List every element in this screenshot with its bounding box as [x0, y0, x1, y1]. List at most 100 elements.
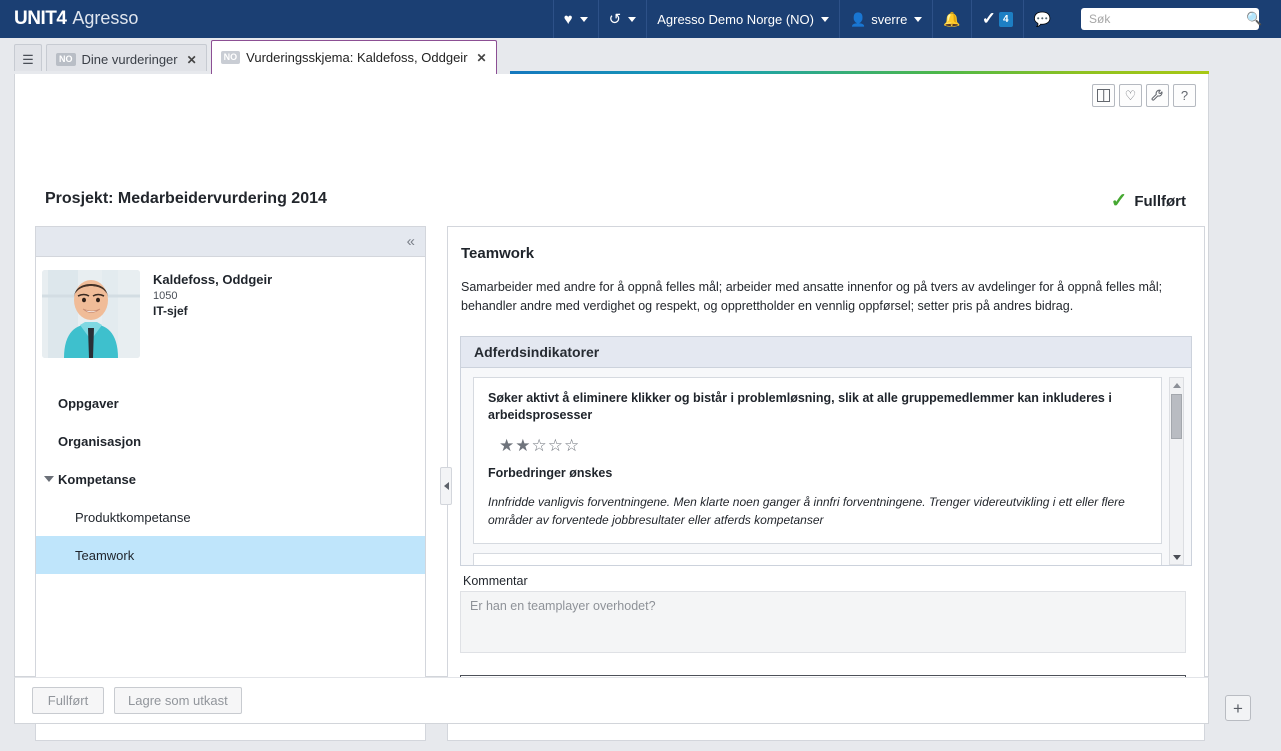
chevron-left-icon: [444, 482, 449, 490]
complete-button[interactable]: Fullført: [32, 687, 104, 714]
tab-flag-badge: NO: [56, 53, 76, 66]
check-icon: ✓: [982, 9, 996, 29]
left-panel-header: «: [36, 227, 425, 257]
indicators-scrollbar[interactable]: [1169, 377, 1184, 565]
nav-item-label: Produktkompetanse: [75, 510, 191, 525]
comment-label: Kommentar: [463, 574, 1192, 588]
user-menu[interactable]: 👤 sverre: [839, 0, 932, 38]
person-role: IT-sjef: [153, 304, 272, 318]
brand-unit4-text: UNIT4: [14, 8, 66, 30]
add-button[interactable]: +: [1225, 695, 1251, 721]
chat-icon: 💬: [1034, 12, 1051, 26]
favorite-heart-icon: ♡: [1125, 89, 1137, 102]
messages-button[interactable]: 💬: [1023, 0, 1061, 38]
chevron-down-icon: [628, 17, 636, 22]
nav-item-label: Teamwork: [75, 548, 134, 563]
page-toolbar: ♡ ?: [1092, 84, 1196, 107]
main-panel: Teamwork Samarbeider med andre for å opp…: [447, 226, 1205, 741]
user-label: sverre: [871, 12, 907, 27]
indicators-scroll-area[interactable]: Søker aktivt å eliminere klikker og bist…: [461, 368, 1191, 565]
nav-item-label: Organisasjon: [58, 434, 141, 449]
chevron-up-icon: [1173, 383, 1181, 388]
company-label: Agresso Demo Norge (NO): [657, 12, 814, 27]
nav-item-produktkompetanse[interactable]: Produktkompetanse: [36, 498, 425, 536]
competency-description: Samarbeider med andre for å oppnå felles…: [461, 278, 1191, 316]
heart-icon: ♥: [564, 12, 573, 27]
indicator-rating-label: Forbedringer ønskes: [488, 466, 1147, 480]
nav-item-oppgaver[interactable]: Oppgaver: [36, 384, 425, 422]
scroll-up-button[interactable]: [1170, 378, 1183, 392]
company-selector[interactable]: Agresso Demo Norge (NO): [646, 0, 839, 38]
indicator-question: Søker aktivt å eliminere klikker og bist…: [488, 390, 1147, 424]
chevron-down-icon: [914, 17, 922, 22]
tab-bar: ☰ NO Dine vurderinger ✕ NO Vurderingsskj…: [0, 38, 1281, 74]
indicator-card: Søker aktivt å eliminere klikker og bist…: [473, 377, 1162, 544]
person-id: 1050: [153, 290, 272, 302]
save-draft-button[interactable]: Lagre som utkast: [114, 687, 242, 714]
tasks-count-badge: 4: [999, 12, 1013, 27]
panel-splitter-handle[interactable]: [440, 467, 452, 505]
navigation-tree: Oppgaver Organisasjon Kompetanse Produkt…: [36, 384, 425, 574]
help-button[interactable]: ?: [1173, 84, 1196, 107]
brand-logo: UNIT4 Agresso: [0, 8, 138, 30]
close-icon[interactable]: ✕: [187, 53, 197, 67]
comment-input[interactable]: [460, 591, 1186, 653]
page-container: ♡ ? Prosjekt: Medarbeidervurdering 2014 …: [14, 74, 1209, 677]
collapse-panel-icon[interactable]: «: [407, 234, 415, 249]
user-icon: 👤: [850, 13, 866, 26]
tasks-indicator: ✓ 4: [982, 9, 1013, 29]
favorite-button[interactable]: ♡: [1119, 84, 1142, 107]
person-info: Kaldefoss, Oddgeir 1050 IT-sjef: [153, 270, 272, 358]
nav-item-label: Kompetanse: [58, 472, 136, 487]
page-title: Prosjekt: Medarbeidervurdering 2014: [45, 190, 327, 208]
indicators-header: Adferdsindikatorer: [461, 337, 1191, 368]
split-view-icon: [1097, 89, 1110, 102]
person-name: Kaldefoss, Oddgeir: [153, 272, 272, 287]
check-icon: ✓: [1111, 191, 1128, 211]
help-icon: ?: [1181, 89, 1188, 102]
nav-item-teamwork[interactable]: Teamwork: [36, 536, 425, 574]
tab-dine-vurderinger[interactable]: NO Dine vurderinger ✕: [46, 44, 207, 74]
search-container: 🔍: [1061, 0, 1281, 38]
indicators-section: Adferdsindikatorer Søker aktivt å elimin…: [460, 336, 1192, 566]
competency-title: Teamwork: [461, 245, 1192, 262]
avatar: [42, 270, 140, 358]
expander-triangle-icon[interactable]: [44, 476, 54, 482]
favorites-menu[interactable]: ♥: [553, 0, 598, 38]
nav-item-organisasjon[interactable]: Organisasjon: [36, 422, 425, 460]
chevron-down-icon: [580, 17, 588, 22]
grid-menu-icon: ☰: [22, 53, 34, 66]
bell-icon: 🔔: [943, 12, 960, 26]
tab-flag-badge: NO: [221, 51, 241, 64]
indicator-card: Bygger lojalitet blant andre gruppemedle…: [473, 553, 1162, 565]
tab-vurderingsskjema[interactable]: NO Vurderingsskjema: Kaldefoss, Oddgeir …: [211, 40, 497, 74]
wrench-icon: [1151, 89, 1164, 102]
tasks-button[interactable]: ✓ 4: [971, 0, 1023, 38]
person-card: Kaldefoss, Oddgeir 1050 IT-sjef: [36, 257, 425, 358]
close-icon[interactable]: ✕: [477, 51, 487, 65]
split-view-button[interactable]: [1092, 84, 1115, 107]
settings-button[interactable]: [1146, 84, 1169, 107]
tab-label: Vurderingsskjema: Kaldefoss, Oddgeir: [246, 50, 467, 65]
scroll-down-button[interactable]: [1170, 550, 1183, 564]
search-input[interactable]: [1087, 11, 1246, 27]
scrollbar-thumb[interactable]: [1171, 394, 1182, 439]
star-rating[interactable]: ★★☆☆☆: [499, 437, 1147, 454]
status-badge: ✓ Fullført: [1111, 191, 1186, 211]
employee-photo: [42, 270, 140, 358]
chevron-down-icon: [1173, 555, 1181, 560]
search-icon[interactable]: 🔍: [1246, 11, 1262, 27]
chevron-down-icon: [821, 17, 829, 22]
notifications-button[interactable]: 🔔: [932, 0, 970, 38]
footer-actions: Fullført Lagre som utkast: [14, 677, 1209, 724]
history-menu[interactable]: ↺: [598, 0, 647, 38]
nav-item-kompetanse[interactable]: Kompetanse: [36, 460, 425, 498]
status-label: Fullført: [1134, 193, 1186, 210]
indicator-explanation: Innfridde vanligvis forventningene. Men …: [488, 493, 1147, 529]
history-icon: ↺: [609, 12, 622, 27]
brand-agresso-text: Agresso: [72, 8, 138, 29]
left-panel: «: [35, 226, 426, 741]
menu-grid-button[interactable]: ☰: [14, 44, 42, 74]
search-box[interactable]: 🔍: [1081, 8, 1259, 30]
application-header: UNIT4 Agresso ♥ ↺ Agresso Demo Norge (NO…: [0, 0, 1281, 38]
